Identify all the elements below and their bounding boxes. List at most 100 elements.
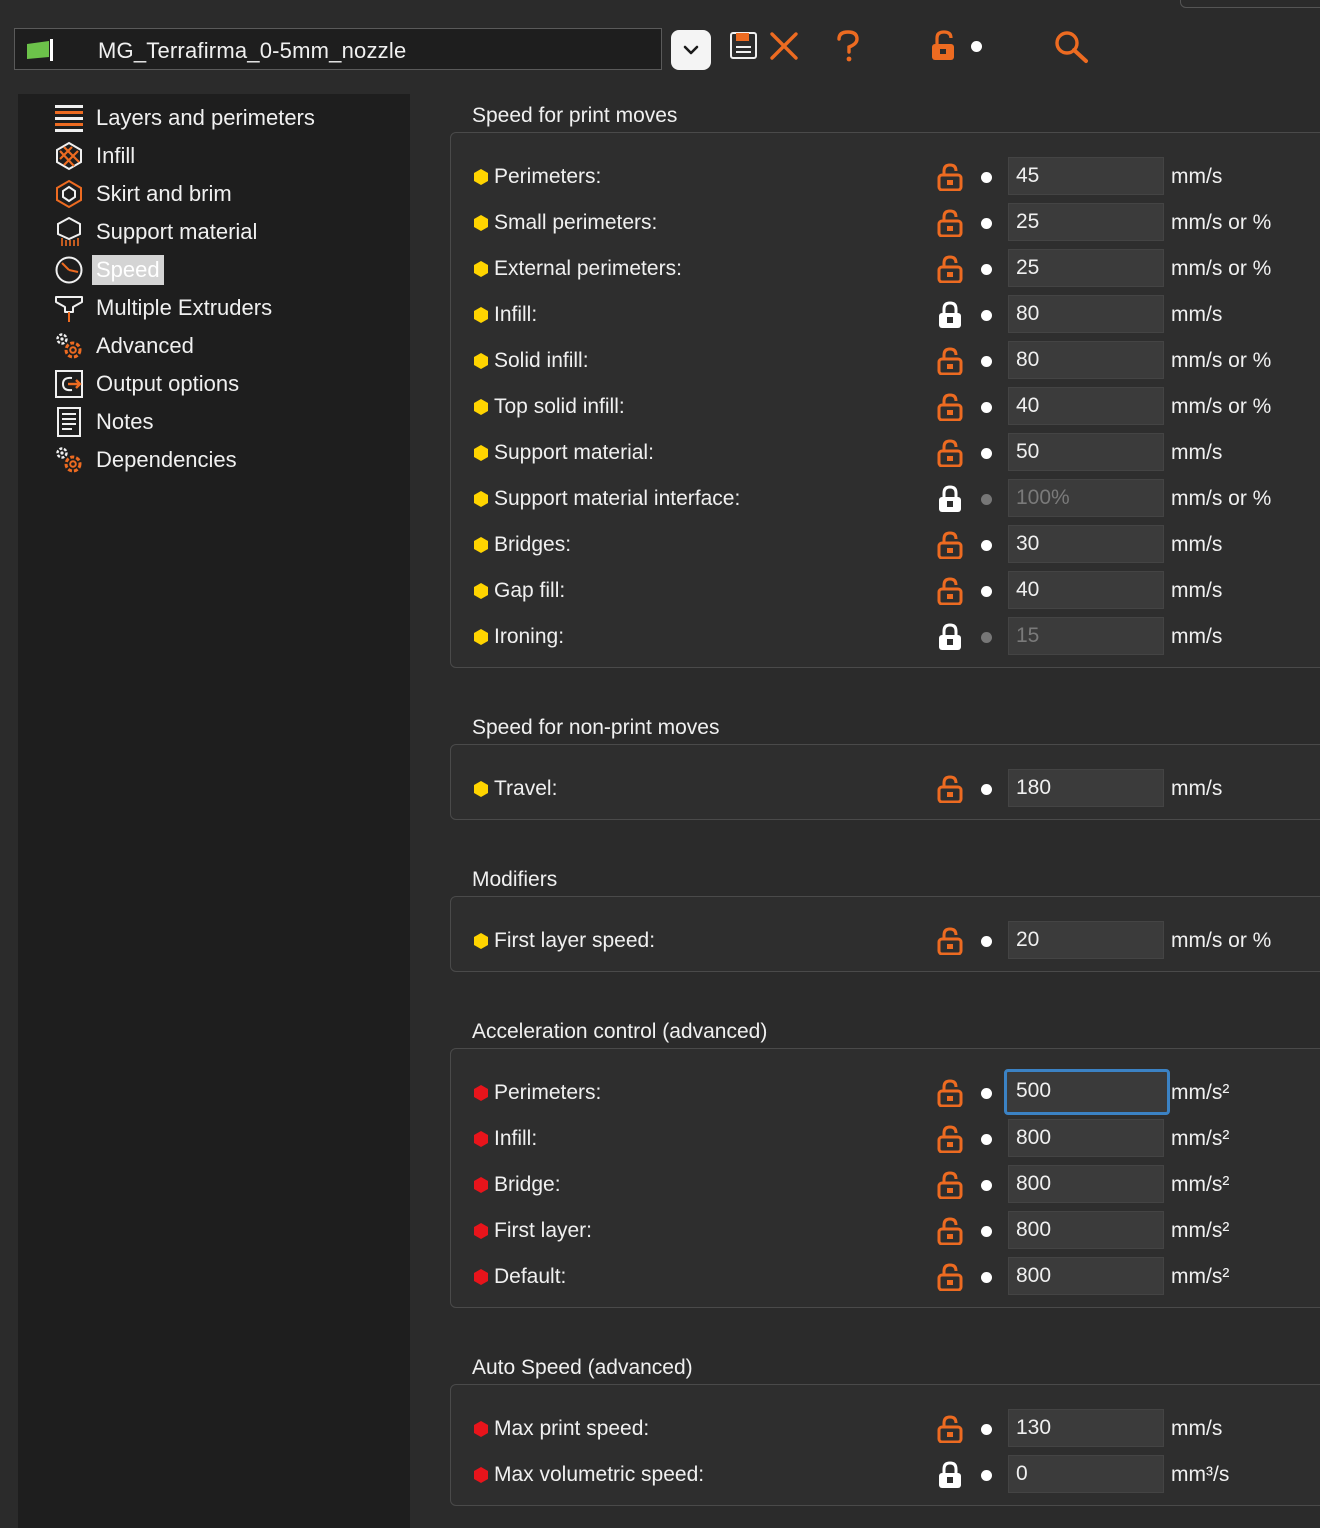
setting-value-input[interactable]: 30 xyxy=(1008,525,1164,563)
setting-value-input[interactable]: 80 xyxy=(1008,295,1164,333)
lock-open-icon[interactable] xyxy=(937,1415,963,1444)
setting-row-gap-fill: Gap fill: 40 mm/s xyxy=(451,571,1320,611)
setting-value-input[interactable]: 25 xyxy=(1008,203,1164,241)
setting-value-input[interactable]: 25 xyxy=(1008,249,1164,287)
setting-label: Support material interface: xyxy=(494,487,741,510)
setting-row-perimeters: Perimeters: 45 mm/s xyxy=(451,157,1320,197)
dot-icon[interactable] xyxy=(981,632,992,643)
dot-icon[interactable] xyxy=(981,1134,992,1145)
dot-icon[interactable] xyxy=(981,218,992,229)
dot-icon[interactable] xyxy=(981,784,992,795)
gears-icon xyxy=(54,331,84,361)
dot-icon[interactable] xyxy=(981,1470,992,1481)
dot-icon[interactable] xyxy=(981,402,992,413)
lock-icon[interactable] xyxy=(930,30,958,67)
setting-value-input[interactable]: 800 xyxy=(1008,1165,1164,1203)
lock-closed-icon[interactable] xyxy=(937,623,963,651)
setting-unit: mm/s xyxy=(1171,533,1223,556)
setting-value-input[interactable]: 180 xyxy=(1008,769,1164,807)
setting-label: Max volumetric speed: xyxy=(494,1463,705,1486)
help-icon[interactable] xyxy=(834,30,862,67)
setting-value-input: 15 xyxy=(1008,617,1164,655)
sidebar-item-speed[interactable]: Speed xyxy=(54,253,164,287)
sidebar-item-multiple-extruders[interactable]: Multiple Extruders xyxy=(54,291,274,325)
lock-open-icon[interactable] xyxy=(937,531,963,560)
lock-open-icon[interactable] xyxy=(937,1263,963,1292)
search-icon[interactable] xyxy=(1053,29,1089,70)
dot-icon[interactable] xyxy=(971,41,982,52)
section-group-acceleration-control-advanced: Perimeters: 500 mm/s² Infill: 800 mm/s² Bridge… xyxy=(450,1048,1320,1308)
lock-open-icon[interactable] xyxy=(937,163,963,192)
sidebar-item-dependencies[interactable]: Dependencies xyxy=(54,443,239,477)
setting-value-input[interactable]: 500 xyxy=(1004,1069,1170,1115)
sidebar-item-skirt-and-brim[interactable]: Skirt and brim xyxy=(54,177,234,211)
lock-open-icon[interactable] xyxy=(937,1125,963,1154)
sidebar-item-advanced[interactable]: Advanced xyxy=(54,329,196,363)
lock-open-icon[interactable] xyxy=(937,209,963,238)
setting-value-input[interactable]: 800 xyxy=(1008,1257,1164,1295)
sidebar-item-notes[interactable]: Notes xyxy=(54,405,155,439)
yellow-hexagon-icon xyxy=(473,215,489,231)
setting-row-solid-infill: Solid infill: 80 mm/s or % xyxy=(451,341,1320,381)
section-group-speed-for-non-print-moves: Travel: 180 mm/s xyxy=(450,744,1320,820)
save-icon[interactable] xyxy=(729,30,759,65)
dot-icon[interactable] xyxy=(981,1272,992,1283)
lock-closed-icon[interactable] xyxy=(937,301,963,329)
setting-row-support-material-interface: Support material interface: 100% mm/s or % xyxy=(451,479,1320,519)
setting-row-bridge: Bridge: 800 mm/s² xyxy=(451,1165,1320,1205)
sidebar-item-output-options[interactable]: Output options xyxy=(54,367,241,401)
dot-icon[interactable] xyxy=(981,540,992,551)
sidebar-item-support-material[interactable]: Support material xyxy=(54,215,259,249)
red-hexagon-icon xyxy=(473,1177,489,1193)
dot-icon[interactable] xyxy=(981,936,992,947)
dot-icon[interactable] xyxy=(981,448,992,459)
setting-unit: mm/s xyxy=(1171,777,1223,800)
setting-value-input[interactable]: 0 xyxy=(1008,1455,1164,1493)
dot-icon[interactable] xyxy=(981,494,992,505)
lock-open-icon[interactable] xyxy=(937,775,963,804)
lock-open-icon[interactable] xyxy=(937,347,963,376)
setting-row-support-material: Support material: 50 mm/s xyxy=(451,433,1320,473)
delete-icon[interactable] xyxy=(768,30,800,67)
dot-icon[interactable] xyxy=(981,1226,992,1237)
lock-open-icon[interactable] xyxy=(937,439,963,468)
setting-value-input[interactable]: 800 xyxy=(1008,1211,1164,1249)
lock-open-icon[interactable] xyxy=(937,577,963,606)
lock-closed-icon[interactable] xyxy=(937,1461,963,1489)
setting-unit: mm/s or % xyxy=(1171,929,1272,952)
lock-open-icon[interactable] xyxy=(937,255,963,284)
setting-value-input[interactable]: 40 xyxy=(1008,571,1164,609)
lock-open-icon[interactable] xyxy=(937,1217,963,1246)
setting-value-input[interactable]: 40 xyxy=(1008,387,1164,425)
lock-open-icon[interactable] xyxy=(937,1079,963,1108)
sidebar-item-infill[interactable]: Infill xyxy=(54,139,137,173)
dot-icon[interactable] xyxy=(981,586,992,597)
red-hexagon-icon xyxy=(473,1467,489,1483)
dot-icon[interactable] xyxy=(981,356,992,367)
setting-value-input[interactable]: 130 xyxy=(1008,1409,1164,1447)
setting-label: Support material: xyxy=(494,441,654,464)
dot-icon[interactable] xyxy=(981,310,992,321)
yellow-hexagon-icon xyxy=(473,781,489,797)
setting-value-input[interactable]: 20 xyxy=(1008,921,1164,959)
sidebar-item-label: Layers and perimeters xyxy=(96,105,315,130)
preset-combo[interactable]: MG_Terrafirma_0-5mm_nozzle xyxy=(14,28,662,70)
setting-value-input[interactable]: 50 xyxy=(1008,433,1164,471)
red-hexagon-icon xyxy=(473,1223,489,1239)
setting-value-input[interactable]: 80 xyxy=(1008,341,1164,379)
lock-open-icon[interactable] xyxy=(937,1171,963,1200)
dot-icon[interactable] xyxy=(981,1424,992,1435)
lock-open-icon[interactable] xyxy=(937,393,963,422)
sidebar-item-layers-and-perimeters[interactable]: Layers and perimeters xyxy=(54,101,317,135)
setting-label: Bridge: xyxy=(494,1173,561,1196)
dot-icon[interactable] xyxy=(981,264,992,275)
preset-dropdown-button[interactable] xyxy=(671,30,711,70)
dot-icon[interactable] xyxy=(981,1180,992,1191)
setting-value-input[interactable]: 800 xyxy=(1008,1119,1164,1157)
lock-closed-icon[interactable] xyxy=(937,485,963,513)
dot-icon[interactable] xyxy=(981,1088,992,1099)
chevron-down-icon xyxy=(683,45,699,55)
setting-value-input[interactable]: 45 xyxy=(1008,157,1164,195)
dot-icon[interactable] xyxy=(981,172,992,183)
lock-open-icon[interactable] xyxy=(937,927,963,956)
